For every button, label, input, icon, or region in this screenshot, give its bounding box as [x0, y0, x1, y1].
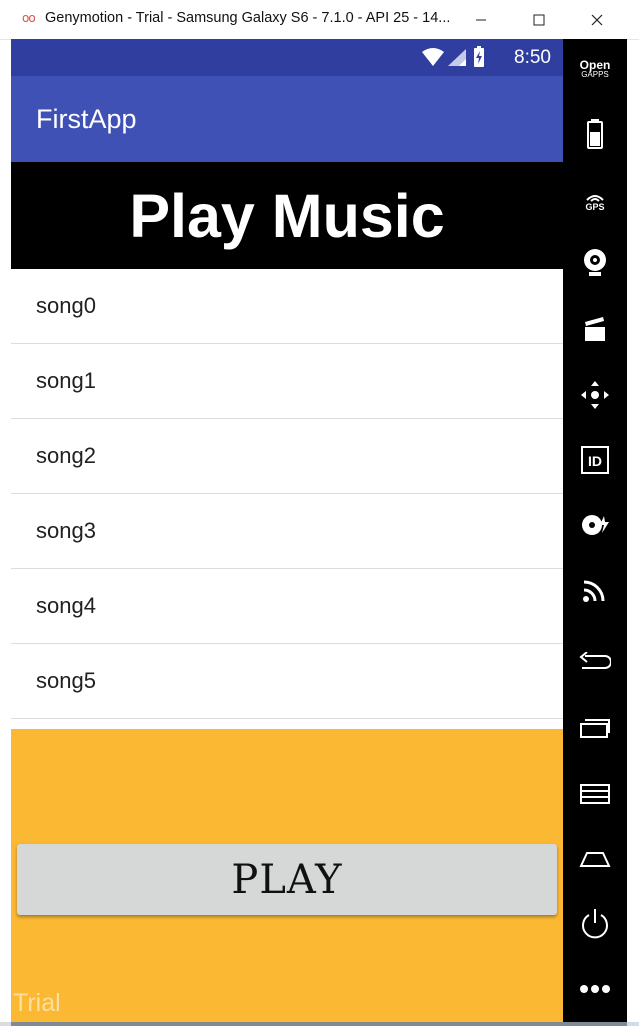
header-title: Play Music — [129, 181, 445, 250]
disk-icon — [582, 515, 609, 535]
minimize-icon — [476, 19, 486, 20]
window-title: Genymotion - Trial - Samsung Galaxy S6 -… — [45, 10, 451, 26]
wifi-signal-battery-icon — [422, 46, 484, 67]
capture-button[interactable] — [563, 304, 627, 354]
song-label: song0 — [36, 293, 96, 318]
recent-apps-button[interactable] — [563, 703, 627, 753]
song-label: song4 — [36, 593, 96, 618]
list-item[interactable]: song3 — [11, 494, 563, 569]
cast-button[interactable] — [563, 565, 627, 615]
status-icons — [421, 46, 485, 74]
song-label: song2 — [36, 443, 96, 468]
app-title: FirstApp — [36, 104, 137, 134]
status-time: 8:50 — [514, 47, 551, 68]
back-icon — [579, 652, 611, 669]
device-id-button[interactable]: ID — [563, 435, 627, 485]
gps-icon: GPS — [585, 192, 605, 212]
dpad-button[interactable] — [563, 370, 627, 420]
power-button[interactable] — [563, 899, 627, 949]
back-button[interactable] — [563, 637, 627, 687]
song-label: song3 — [36, 518, 96, 543]
menu-button[interactable] — [563, 769, 627, 819]
app-bar: FirstApp — [11, 76, 563, 162]
power-icon — [582, 909, 608, 939]
minimize-button[interactable] — [452, 0, 510, 39]
webcam-icon — [584, 249, 606, 276]
gps-button[interactable]: GPS — [563, 177, 627, 227]
maximize-button[interactable] — [510, 0, 568, 39]
home-button[interactable] — [563, 834, 627, 884]
emulator-window: oo Genymotion - Trial - Samsung Galaxy S… — [0, 0, 639, 1022]
capture-icon — [585, 317, 605, 341]
id-icon: ID — [581, 446, 609, 474]
more-icon — [580, 985, 610, 993]
opengapps-icon: Open GAPPS — [579, 58, 611, 79]
song-list[interactable]: song0 song1 song2 song3 song4 song5 — [11, 269, 563, 729]
svg-text:ID: ID — [588, 453, 602, 469]
dpad-icon — [581, 381, 609, 409]
list-item[interactable]: song4 — [11, 569, 563, 644]
song-label: song5 — [36, 668, 96, 693]
battery-icon — [587, 119, 603, 149]
disk-io-button[interactable] — [563, 500, 627, 550]
list-item[interactable]: song1 — [11, 344, 563, 419]
opengapps-button[interactable]: Open GAPPS — [563, 45, 627, 95]
cast-icon — [583, 580, 605, 602]
battery-button[interactable] — [563, 109, 627, 159]
play-button-label: PLAY — [231, 856, 343, 903]
song-label: song1 — [36, 368, 96, 393]
menu-icon — [580, 784, 610, 804]
status-bar: 8:50 — [11, 39, 563, 76]
webcam-button[interactable] — [563, 238, 627, 288]
genymotion-logo-icon: oo — [22, 11, 36, 25]
list-item[interactable]: song2 — [11, 419, 563, 494]
music-header: Play Music — [11, 162, 563, 269]
genymotion-toolbar: Open GAPPS GPS ID — [563, 39, 627, 1022]
list-item[interactable]: song5 — [11, 644, 563, 719]
home-icon — [579, 852, 611, 867]
more-button[interactable] — [563, 964, 627, 1014]
close-button[interactable] — [568, 0, 626, 39]
player-panel: PLAY Trial — [11, 729, 563, 1022]
maximize-icon — [533, 14, 545, 25]
window-titlebar[interactable]: oo Genymotion - Trial - Samsung Galaxy S… — [0, 0, 639, 40]
recent-apps-icon — [580, 719, 610, 738]
play-button[interactable]: PLAY — [17, 844, 557, 915]
close-icon — [591, 14, 603, 25]
trial-watermark: Trial — [13, 989, 61, 1017]
list-item[interactable]: song0 — [11, 269, 563, 344]
android-screen: 8:50 FirstApp Play Music song0 song1 son… — [11, 39, 563, 1022]
